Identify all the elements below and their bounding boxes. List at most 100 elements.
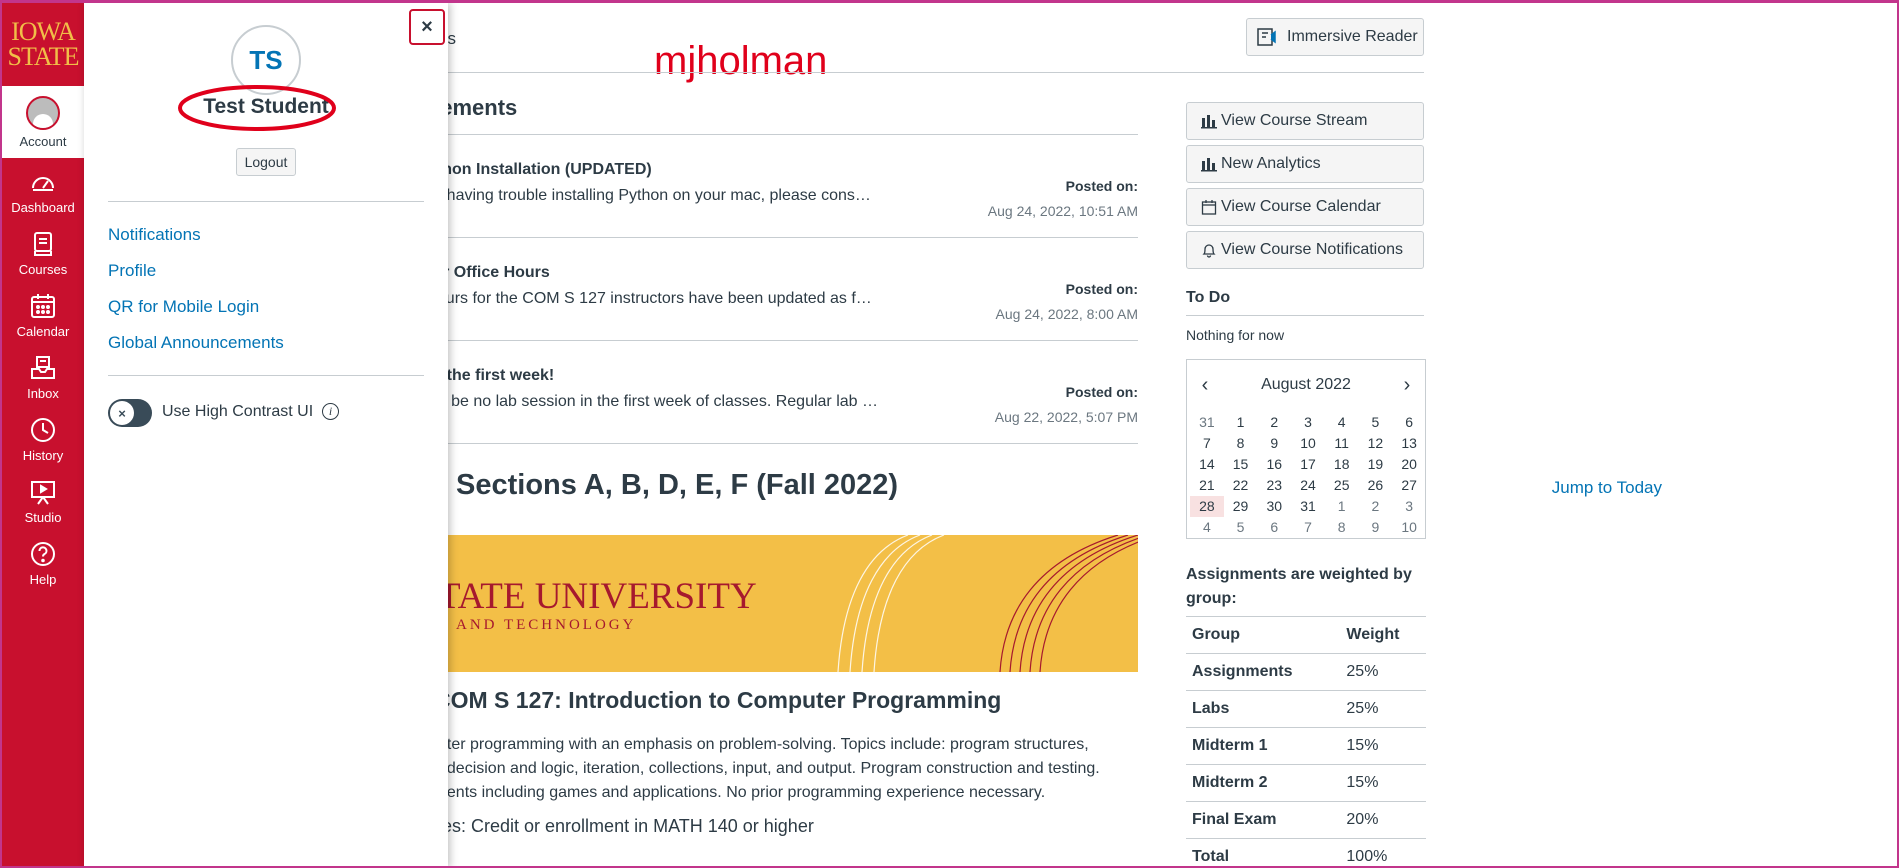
jump-to-today-link[interactable]: Jump to Today <box>1552 478 1662 498</box>
announcement-item[interactable]: in the first week! vill be no lab sessio… <box>448 341 1138 444</box>
studio-icon <box>31 480 55 505</box>
logout-button[interactable]: Logout <box>236 148 296 176</box>
announcement-item[interactable]: tor Office Hours hours for the COM S 127… <box>448 238 1138 341</box>
calendar-day[interactable]: 10 <box>1392 517 1426 538</box>
calendar-day[interactable]: 1 <box>1224 412 1258 433</box>
announcement-title[interactable]: tor Office Hours <box>448 264 550 282</box>
calendar-day[interactable]: 3 <box>1291 412 1325 433</box>
tray-divider <box>108 375 424 376</box>
announcement-title[interactable]: in the first week! <box>448 367 554 385</box>
view-course-calendar-button[interactable]: View Course Calendar <box>1186 188 1424 226</box>
new-analytics-button[interactable]: New Analytics <box>1186 145 1424 183</box>
calendar-day[interactable]: 31 <box>1291 496 1325 517</box>
mini-calendar: August 2022 ‹ › 31 1 2 3 4 5 6 7 8 9 10 11 12 13 14 15 1… <box>1186 359 1426 539</box>
nav-studio[interactable]: Studio <box>2 470 84 532</box>
column-header: Group <box>1186 616 1341 654</box>
calendar-day[interactable]: 24 <box>1291 475 1325 496</box>
breadcrumb[interactable]: us <box>448 29 456 49</box>
calendar-day[interactable]: 1 <box>1325 496 1359 517</box>
calendar-day[interactable]: 13 <box>1392 433 1426 454</box>
calendar-day[interactable]: 2 <box>1359 496 1393 517</box>
calendar-day[interactable]: 26 <box>1359 475 1393 496</box>
calendar-day[interactable]: 3 <box>1392 496 1426 517</box>
table-header-row: Group Weight <box>1186 616 1426 654</box>
view-course-stream-label: View Course Stream <box>1221 112 1368 129</box>
calendar-day[interactable]: 12 <box>1359 433 1393 454</box>
view-course-notifications-button[interactable]: View Course Notifications <box>1186 231 1424 269</box>
view-course-stream-button[interactable]: View Course Stream <box>1186 102 1424 140</box>
calendar-day[interactable]: 16 <box>1257 454 1291 475</box>
tray-link-qr-mobile-login[interactable]: QR for Mobile Login <box>108 297 259 317</box>
calendar-day[interactable]: 7 <box>1291 517 1325 538</box>
course-description-line: nents including games and applications. … <box>448 784 1046 801</box>
nav-inbox[interactable]: Inbox <box>2 346 84 408</box>
calendar-day[interactable]: 6 <box>1257 517 1291 538</box>
chevron-left-icon[interactable]: ‹ <box>1195 374 1215 396</box>
calendar-day[interactable]: 17 <box>1291 454 1325 475</box>
course-banner-image: TATE UNIVERSITY AND TECHNOLOGY <box>448 535 1138 672</box>
column-header: Weight <box>1340 616 1426 654</box>
calendar-day[interactable]: 8 <box>1325 517 1359 538</box>
calendar-day[interactable]: 31 <box>1190 412 1224 433</box>
course-description-line: uter programming with an emphasis on pro… <box>448 736 1089 753</box>
calendar-day[interactable]: 2 <box>1257 412 1291 433</box>
username-watermark: mjholman <box>654 39 828 83</box>
calendar-day[interactable]: 21 <box>1190 475 1224 496</box>
calendar-day[interactable]: 30 <box>1257 496 1291 517</box>
chevron-right-icon[interactable]: › <box>1397 374 1417 396</box>
posted-date: Aug 24, 2022, 8:00 AM <box>995 306 1138 322</box>
inbox-icon <box>31 355 55 379</box>
calendar-day[interactable]: 15 <box>1224 454 1258 475</box>
calendar-day[interactable]: 25 <box>1325 475 1359 496</box>
tray-link-notifications[interactable]: Notifications <box>108 225 201 245</box>
weighting-heading: Assignments are weighted by group: <box>1186 566 1412 607</box>
nav-calendar[interactable]: Calendar <box>2 284 84 346</box>
announcement-item[interactable]: ython Installation (UPDATED) re having t… <box>448 135 1138 238</box>
calendar-day[interactable]: 14 <box>1190 454 1224 475</box>
iowa-state-logo[interactable]: IOWA STATE <box>2 3 84 86</box>
nav-dashboard-label: Dashboard <box>11 199 75 215</box>
history-icon <box>31 417 55 442</box>
nav-history[interactable]: History <box>2 408 84 470</box>
group-cell: Midterm 2 <box>1186 764 1341 802</box>
calendar-day[interactable]: 11 <box>1325 433 1359 454</box>
calendar-day[interactable]: 8 <box>1224 433 1258 454</box>
todo-empty-message: Nothing for now <box>1186 327 1285 343</box>
calendar-day[interactable]: 27 <box>1392 475 1426 496</box>
nav-dashboard[interactable]: Dashboard <box>2 160 84 222</box>
announcement-title[interactable]: ython Installation (UPDATED) <box>448 161 652 179</box>
dashboard-icon <box>32 176 54 191</box>
tray-link-profile[interactable]: Profile <box>108 261 156 281</box>
calendar-day-today[interactable]: 28 <box>1190 496 1224 517</box>
weight-cell: 15% <box>1340 764 1426 802</box>
calendar-day[interactable]: 4 <box>1325 412 1359 433</box>
calendar-day[interactable]: 4 <box>1190 517 1224 538</box>
weight-cell: 25% <box>1340 690 1426 728</box>
calendar-day[interactable]: 22 <box>1224 475 1258 496</box>
calendar-day[interactable]: 6 <box>1392 412 1426 433</box>
calendar-day[interactable]: 5 <box>1224 517 1258 538</box>
info-icon[interactable]: i <box>322 403 339 420</box>
tray-link-global-announcements[interactable]: Global Announcements <box>108 333 284 353</box>
calendar-day[interactable]: 7 <box>1190 433 1224 454</box>
close-tray-button[interactable]: × <box>409 9 445 45</box>
calendar-day[interactable]: 20 <box>1392 454 1426 475</box>
calendar-day[interactable]: 5 <box>1359 412 1393 433</box>
posted-date: Aug 24, 2022, 10:51 AM <box>987 203 1138 219</box>
nav-help[interactable]: Help <box>2 532 84 594</box>
posted-on-label: Posted on: <box>1065 384 1138 400</box>
high-contrast-toggle[interactable]: × <box>108 399 152 427</box>
logo-line-1: IOWA <box>11 16 76 46</box>
immersive-reader-button[interactable]: Immersive Reader <box>1246 18 1424 56</box>
calendar-day[interactable]: 18 <box>1325 454 1359 475</box>
calendar-day[interactable]: 29 <box>1224 496 1258 517</box>
announcement-excerpt: hours for the COM S 127 instructors have… <box>448 290 872 307</box>
calendar-day[interactable]: 9 <box>1359 517 1393 538</box>
calendar-day[interactable]: 19 <box>1359 454 1393 475</box>
calendar-day[interactable]: 10 <box>1291 433 1325 454</box>
user-name: Test Student <box>203 95 329 118</box>
nav-courses[interactable]: Courses <box>2 222 84 284</box>
calendar-day[interactable]: 23 <box>1257 475 1291 496</box>
calendar-day[interactable]: 9 <box>1257 433 1291 454</box>
nav-account[interactable]: Account <box>2 86 84 158</box>
